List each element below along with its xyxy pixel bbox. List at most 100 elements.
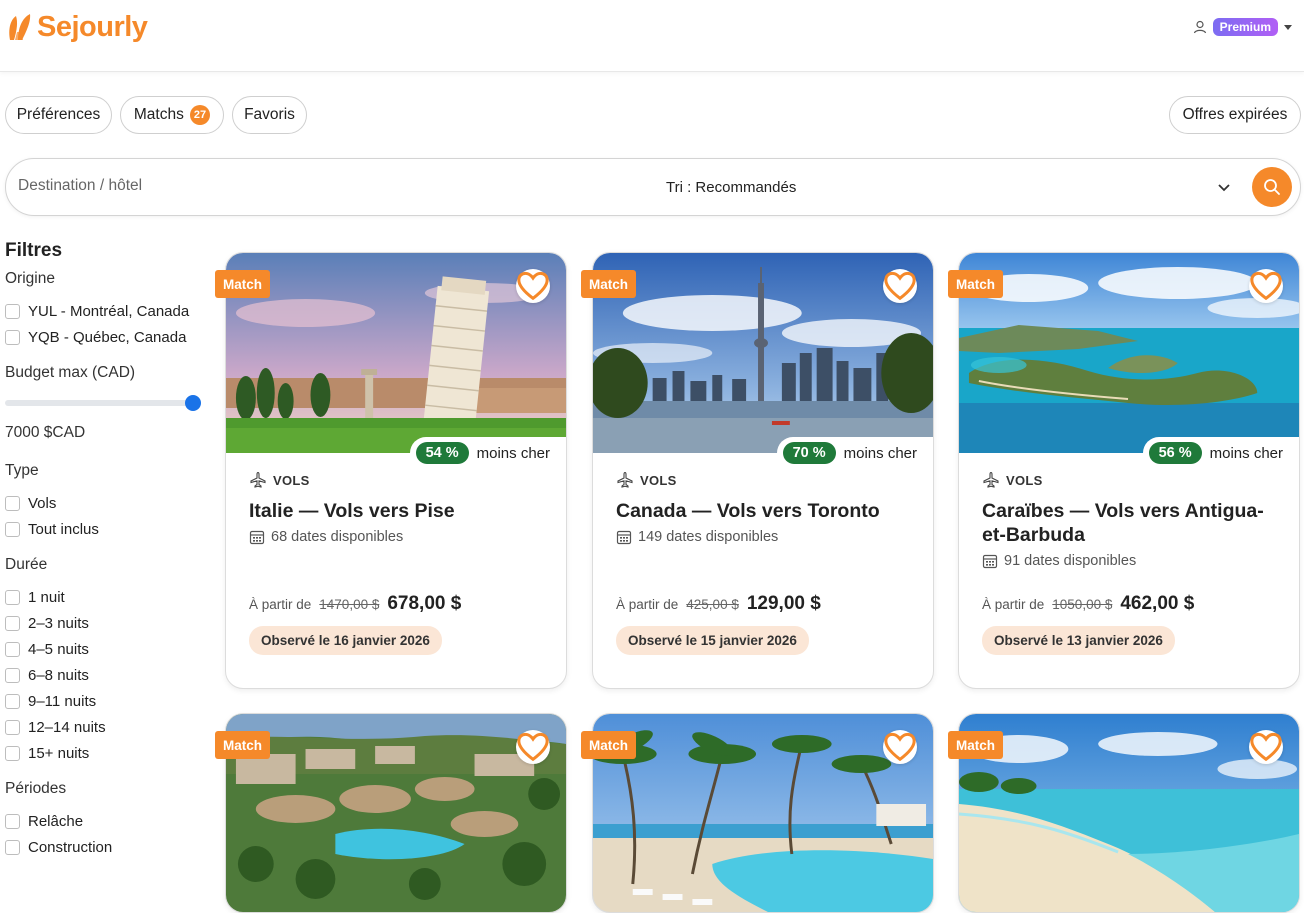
old-price: 425,00 $ (686, 597, 739, 612)
favorite-button[interactable] (516, 269, 550, 303)
heart-icon (884, 271, 916, 301)
favorite-button[interactable] (1249, 269, 1283, 303)
option-label: 12–14 nuits (28, 718, 106, 736)
checkbox[interactable] (5, 615, 20, 631)
logo-icon (9, 14, 31, 40)
duration-heading: Durée (5, 556, 48, 573)
top-header: Sejourly Premium (0, 0, 1304, 72)
favorite-button[interactable] (883, 269, 917, 303)
option-label: Tout inclus (28, 520, 99, 538)
checkbox[interactable] (5, 719, 20, 735)
budget-slider[interactable] (5, 395, 201, 411)
card-body: VOLS Caraïbes — Vols vers Antigua-et-Bar… (982, 471, 1279, 569)
account-menu[interactable]: Premium (1193, 18, 1292, 36)
offer-image-beach (959, 714, 1299, 912)
checkbox[interactable] (5, 303, 20, 319)
checkbox[interactable] (5, 641, 20, 657)
discount-indicator: 54 % moins cher (409, 437, 566, 469)
option-label: 1 nuit (28, 588, 65, 606)
preferences-button[interactable]: Préférences (5, 96, 112, 134)
current-price: 462,00 $ (1120, 593, 1195, 614)
heart-icon (517, 732, 549, 762)
periods-heading: Périodes (5, 780, 67, 797)
duration-option[interactable]: 2–3 nuits (5, 610, 205, 636)
duration-option[interactable]: 6–8 nuits (5, 662, 205, 688)
observed-date-badge: Observé le 16 janvier 2026 (249, 626, 442, 655)
matches-button[interactable]: Matchs 27 (120, 96, 224, 134)
offer-type: VOLS (616, 471, 913, 489)
from-label: À partir de (616, 597, 679, 612)
destination-search-input[interactable] (18, 177, 438, 195)
option-label: YUL - Montréal, Canada (28, 302, 190, 320)
observed-date-badge: Observé le 13 janvier 2026 (982, 626, 1175, 655)
match-tag: Match (948, 270, 1003, 298)
match-tag: Match (581, 270, 636, 298)
filters-title: Filtres (5, 240, 63, 261)
chevron-down-icon[interactable] (1216, 179, 1232, 195)
available-dates: 149 dates disponibles (616, 529, 913, 545)
favorite-button[interactable] (516, 730, 550, 764)
filters-sidebar: Filtres Origine YUL - Montréal, Canada Y… (5, 240, 205, 860)
old-price: 1470,00 $ (319, 597, 380, 612)
offer-card[interactable]: 54 % moins cher VOLS Italie — Vols vers … (225, 252, 567, 689)
match-tag: Match (581, 731, 636, 759)
option-label: YQB - Québec, Canada (28, 328, 187, 346)
plane-icon (617, 471, 633, 488)
offer-type-label: VOLS (640, 472, 677, 488)
duration-option[interactable]: 12–14 nuits (5, 714, 205, 740)
price-row: À partir de 1050,00 $ 462,00 $ (982, 593, 1194, 615)
user-icon (1193, 20, 1206, 34)
match-tag: Match (215, 731, 270, 759)
expired-offers-button[interactable]: Offres expirées (1169, 96, 1301, 134)
checkbox[interactable] (5, 589, 20, 605)
offer-card[interactable] (225, 713, 567, 913)
price-row: À partir de 1470,00 $ 678,00 $ (249, 593, 461, 615)
origin-option-yqb[interactable]: YQB - Québec, Canada (5, 324, 205, 350)
preferences-label: Préférences (16, 106, 101, 123)
discount-badge: 70 % (782, 442, 836, 464)
search-icon (1264, 179, 1280, 195)
search-button[interactable] (1252, 167, 1292, 207)
heart-icon (517, 271, 549, 301)
offer-title[interactable]: Caraïbes — Vols vers Antigua-et-Barbuda (982, 499, 1279, 547)
type-heading: Type (5, 462, 39, 479)
offer-card[interactable]: 56 % moins cher VOLS Caraïbes — Vols ver… (958, 252, 1300, 689)
duration-option[interactable]: 1 nuit (5, 584, 205, 610)
checkbox[interactable] (5, 667, 20, 683)
checkbox[interactable] (5, 745, 20, 761)
duration-option[interactable]: 15+ nuits (5, 740, 205, 766)
expired-offers-label: Offres expirées (1182, 106, 1288, 123)
heart-icon (1250, 271, 1282, 301)
offer-card[interactable] (592, 713, 934, 913)
offer-type: VOLS (982, 471, 1279, 489)
checkbox[interactable] (5, 693, 20, 709)
duration-option[interactable]: 4–5 nuits (5, 636, 205, 662)
offer-card[interactable] (958, 713, 1300, 913)
period-option[interactable]: Relâche (5, 808, 205, 834)
period-option[interactable]: Construction (5, 834, 205, 860)
available-dates: 91 dates disponibles (982, 553, 1279, 569)
offer-title[interactable]: Italie — Vols vers Pise (249, 499, 546, 523)
offer-title[interactable]: Canada — Vols vers Toronto (616, 499, 913, 523)
current-price: 129,00 $ (746, 593, 821, 614)
origin-option-yul[interactable]: YUL - Montréal, Canada (5, 298, 205, 324)
offer-card[interactable]: 70 % moins cher VOLS Canada — Vols vers … (592, 252, 934, 689)
budget-slider-thumb[interactable] (185, 395, 201, 411)
available-dates: 68 dates disponibles (249, 529, 546, 545)
sort-select[interactable]: Tri : Recommandés (666, 179, 796, 196)
favorite-button[interactable] (883, 730, 917, 764)
checkbox[interactable] (5, 329, 20, 345)
offer-image-pisa (226, 253, 566, 453)
checkbox[interactable] (5, 495, 20, 511)
discount-badge: 54 % (415, 442, 469, 464)
favorite-button[interactable] (1249, 730, 1283, 764)
checkbox[interactable] (5, 521, 20, 537)
type-option-tout-inclus[interactable]: Tout inclus (5, 516, 205, 542)
current-price: 678,00 $ (387, 593, 462, 614)
type-option-vols[interactable]: Vols (5, 490, 205, 516)
checkbox[interactable] (5, 813, 20, 829)
duration-option[interactable]: 9–11 nuits (5, 688, 205, 714)
favorites-button[interactable]: Favoris (232, 96, 307, 134)
checkbox[interactable] (5, 839, 20, 855)
brand-logo[interactable]: Sejourly (6, 10, 148, 44)
